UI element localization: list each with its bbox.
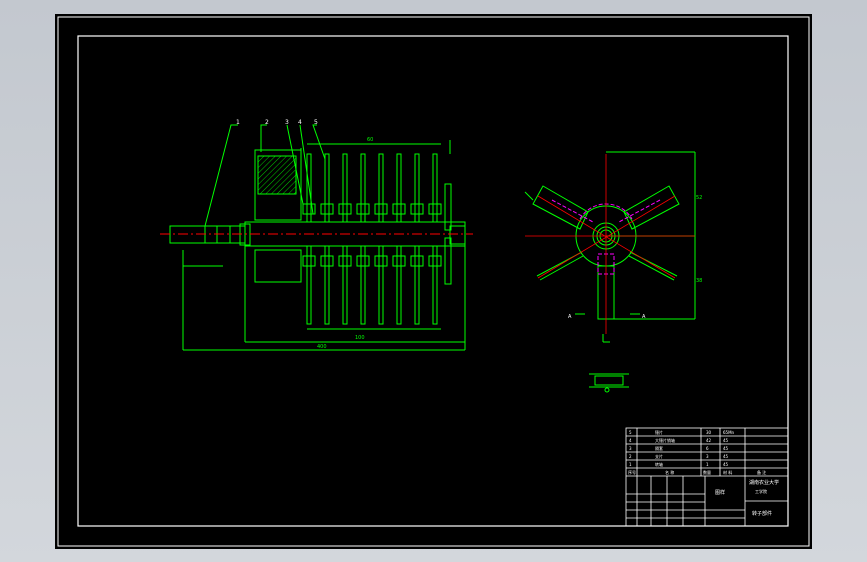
part-material-1: 45	[723, 462, 729, 467]
parts-list: 5 锤片 30 65Mn 4 大锤片销轴 42 45 3 隔套 6 45 2 支…	[629, 429, 735, 467]
school-name: 湖南农业大学	[749, 479, 779, 486]
dim-bottom-partial: 100	[355, 335, 365, 341]
school-department: 工学院	[755, 488, 767, 494]
hammer-plates-lower	[306, 245, 438, 325]
header-name: 名 称	[665, 469, 674, 475]
header-qty: 数量	[703, 469, 711, 475]
header-material: 材 料	[723, 469, 732, 475]
balloon-5: 5	[314, 119, 318, 126]
pin-heads	[302, 203, 442, 267]
part-material-4: 45	[723, 438, 729, 443]
balloon-3: 3	[285, 119, 289, 126]
shaft-right-end	[449, 225, 466, 245]
part-name-1: 转轴	[655, 461, 663, 467]
parts-list-header: 序号 名 称 数量 材 料 备 注	[628, 469, 766, 475]
dim-bottom-overall: 400	[317, 344, 327, 350]
dim-rotor-lower: 38	[696, 278, 702, 284]
part-qty-3: 6	[706, 446, 709, 451]
cad-drawing-canvas: 1 2 3 4 5 60 400 100 52 38 A A 5 锤片 30 6…	[57, 16, 810, 547]
part-qty-5: 30	[706, 430, 712, 435]
part-name-2: 支片	[655, 453, 663, 459]
balloon-2: 2	[265, 119, 269, 126]
part-material-2: 45	[723, 454, 729, 459]
header-remark: 备 注	[757, 469, 766, 475]
part-name-3: 隔套	[655, 445, 663, 451]
assembly-label: 图样	[715, 489, 725, 496]
drawing-sheet: 1 2 3 4 5 60 400 100 52 38 A A 5 锤片 30 6…	[55, 14, 812, 549]
part-name-5: 锤片	[655, 429, 663, 435]
part-no-4: 4	[629, 438, 632, 443]
part-no-5: 5	[629, 430, 632, 435]
part-no-2: 2	[629, 454, 632, 459]
hammer-plates-upper	[306, 153, 438, 223]
drawing-name: 转子部件	[752, 510, 772, 517]
part-material-5: 65Mn	[723, 430, 735, 435]
part-no-3: 3	[629, 446, 632, 451]
part-qty-2: 3	[706, 454, 709, 459]
part-name-4: 大锤片销轴	[655, 437, 675, 443]
balloon-labels: 1 2 3 4 5	[236, 119, 318, 126]
rotor-end-view	[524, 151, 696, 393]
hammer-arm-upper-right	[623, 185, 680, 230]
section-mark-right: A	[642, 314, 646, 320]
part-qty-4: 42	[706, 438, 712, 443]
part-no-1: 1	[629, 462, 632, 467]
hatched-section	[257, 155, 297, 195]
key-detail	[594, 375, 624, 386]
hammer-arm-upper-left	[532, 185, 589, 230]
balloon-1: 1	[236, 119, 240, 126]
part-qty-1: 1	[706, 462, 709, 467]
balloon-4: 4	[298, 119, 302, 126]
section-mark-left: A	[568, 314, 572, 320]
dim-top-overall: 60	[367, 137, 373, 143]
rotor-elevation-view	[169, 124, 466, 351]
header-no: 序号	[628, 469, 636, 475]
cad-viewport: 1 2 3 4 5 60 400 100 52 38 A A 5 锤片 30 6…	[0, 0, 867, 562]
dim-rotor-height: 52	[696, 195, 702, 201]
part-material-3: 45	[723, 446, 729, 451]
hub-lower	[254, 249, 302, 283]
